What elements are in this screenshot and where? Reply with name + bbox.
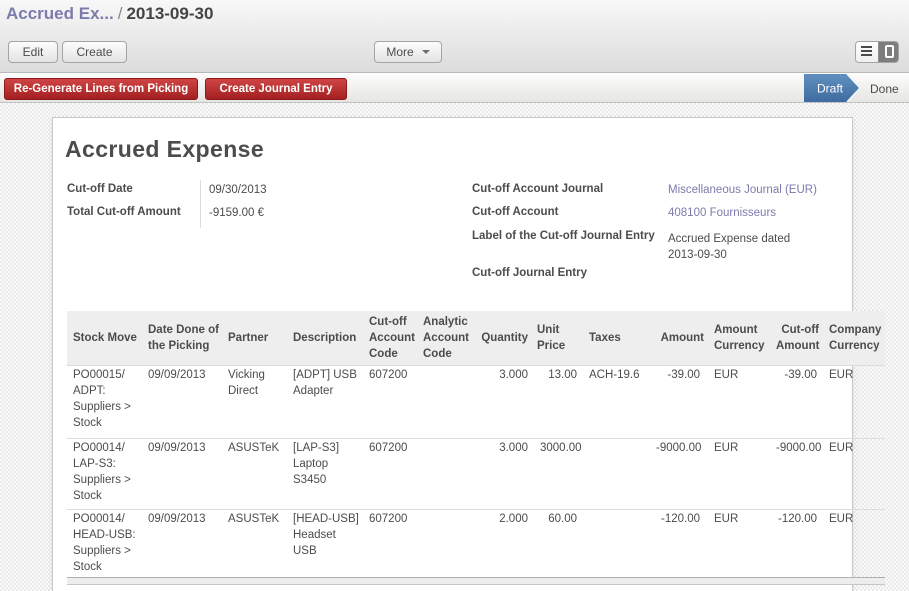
svg-text:Draft: Draft bbox=[817, 82, 844, 96]
